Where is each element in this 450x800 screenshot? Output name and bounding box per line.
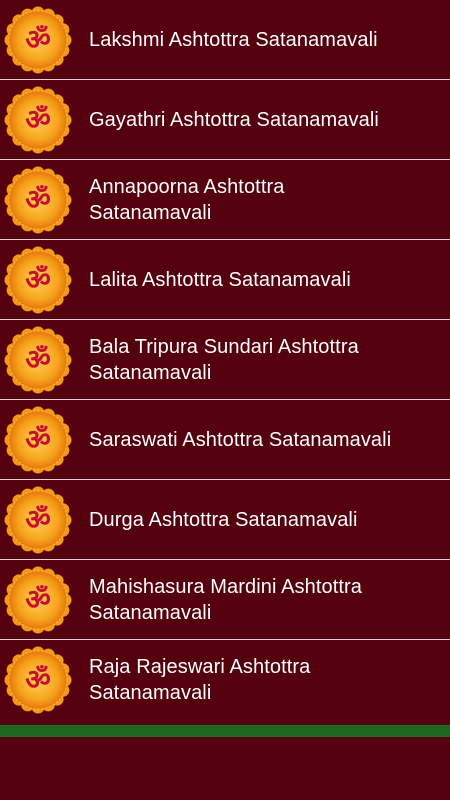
svg-text:ॐ: ॐ bbox=[25, 263, 51, 296]
footer-area bbox=[0, 737, 450, 800]
list-item-saraswati[interactable]: ॐ Saraswati Ashtottra Satanamavali bbox=[0, 400, 450, 480]
svg-text:ॐ: ॐ bbox=[25, 103, 51, 136]
svg-text:ॐ: ॐ bbox=[25, 583, 51, 616]
list-item-lakshmi[interactable]: ॐ Lakshmi Ashtottra Satanamavali bbox=[0, 0, 450, 80]
list-item-label: Bala Tripura Sundari Ashtottra Satanamav… bbox=[89, 335, 359, 384]
list-item-lalita[interactable]: ॐ Lalita Ashtottra Satanamavali bbox=[0, 240, 450, 320]
om-icon: ॐ bbox=[4, 166, 72, 234]
om-icon: ॐ bbox=[4, 486, 72, 554]
om-icon: ॐ bbox=[4, 406, 72, 474]
list-item-label: Saraswati Ashtottra Satanamavali bbox=[89, 428, 392, 451]
satanamavali-list: ॐ Lakshmi Ashtottra Satanamavali ॐ Gayat… bbox=[0, 0, 450, 725]
list-item-durga[interactable]: ॐ Durga Ashtottra Satanamavali bbox=[0, 480, 450, 560]
svg-text:ॐ: ॐ bbox=[25, 183, 51, 216]
svg-text:ॐ: ॐ bbox=[25, 663, 51, 696]
list-item-label: Annapoorna Ashtottra Satanamavali bbox=[89, 175, 285, 224]
list-item-label: Mahishasura Mardini Ashtottra Satanamava… bbox=[89, 575, 363, 624]
list-item-annapoorna[interactable]: ॐ Annapoorna Ashtottra Satanamavali bbox=[0, 160, 450, 240]
om-icon: ॐ bbox=[4, 86, 72, 154]
om-icon: ॐ bbox=[4, 326, 72, 394]
om-icon: ॐ bbox=[4, 246, 72, 314]
list-item-label: Gayathri Ashtottra Satanamavali bbox=[89, 108, 379, 131]
list-item-label: Durga Ashtottra Satanamavali bbox=[89, 508, 358, 531]
svg-text:ॐ: ॐ bbox=[25, 503, 51, 536]
list-item-label: Raja Rajeswari Ashtottra Satanamavali bbox=[89, 656, 311, 704]
om-icon: ॐ bbox=[4, 6, 72, 74]
om-icon: ॐ bbox=[4, 646, 72, 714]
list-item-raja-rajeswari[interactable]: ॐ Raja Rajeswari Ashtottra Satanamavali bbox=[0, 640, 450, 720]
svg-text:ॐ: ॐ bbox=[25, 423, 51, 456]
list-item-label: Lakshmi Ashtottra Satanamavali bbox=[89, 28, 378, 51]
list-item-mahishasura-mardini[interactable]: ॐ Mahishasura Mardini Ashtottra Satanama… bbox=[0, 560, 450, 640]
bottom-green-bar bbox=[0, 725, 450, 737]
list-item-gayathri[interactable]: ॐ Gayathri Ashtottra Satanamavali bbox=[0, 80, 450, 160]
svg-text:ॐ: ॐ bbox=[25, 23, 51, 56]
om-icon: ॐ bbox=[4, 566, 72, 634]
list-item-bala-tripura-sundari[interactable]: ॐ Bala Tripura Sundari Ashtottra Satanam… bbox=[0, 320, 450, 400]
svg-text:ॐ: ॐ bbox=[25, 343, 51, 376]
list-item-label: Lalita Ashtottra Satanamavali bbox=[89, 268, 351, 291]
